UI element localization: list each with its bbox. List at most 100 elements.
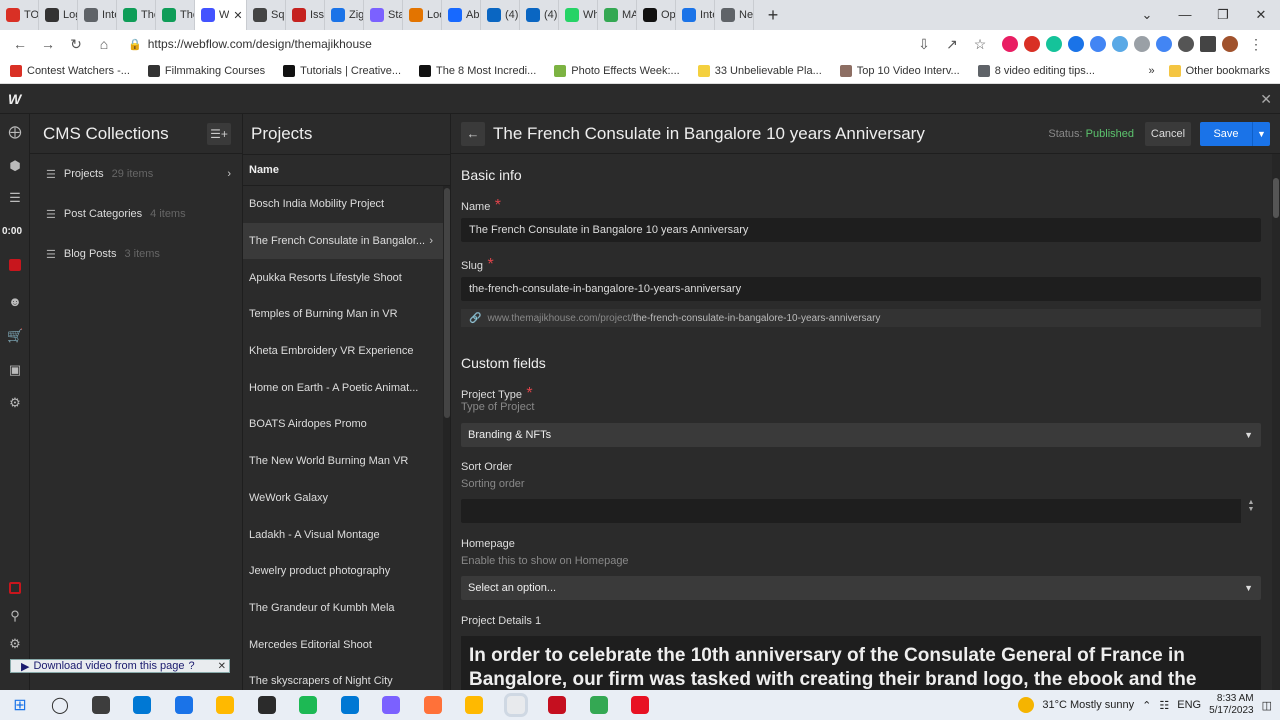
taskbar-app-icon[interactable]: [163, 690, 205, 720]
tray-chevron-icon[interactable]: ⌃: [1142, 699, 1151, 712]
notifications-icon[interactable]: ◫: [1262, 699, 1272, 712]
number-stepper[interactable]: ▲ ▼: [1241, 499, 1261, 523]
url-field[interactable]: 🔒 https://webflow.com/design/themajikhou…: [128, 32, 908, 56]
more-bookmarks-chevron[interactable]: »: [1149, 65, 1155, 77]
search-icon[interactable]: ⚲: [7, 608, 23, 624]
extension-icon[interactable]: [1156, 36, 1172, 52]
new-tab-button[interactable]: +: [760, 0, 786, 30]
project-list-item[interactable]: The Grandeur of Kumbh Mela: [243, 590, 443, 627]
taskbar-app-icon[interactable]: [246, 690, 288, 720]
other-bookmarks-folder[interactable]: Other bookmarks: [1168, 64, 1270, 77]
project-type-select[interactable]: Branding & NFTs ▼: [461, 423, 1261, 447]
extension-icon[interactable]: [1046, 36, 1062, 52]
extension-icon[interactable]: [1024, 36, 1040, 52]
project-list-item[interactable]: Home on Earth - A Poetic Animat...: [243, 369, 443, 406]
bookmark-item[interactable]: 8 video editing tips...: [977, 64, 1095, 77]
taskbar-app-icon[interactable]: [620, 690, 662, 720]
browser-tab[interactable]: Issue: [286, 0, 325, 30]
browser-tab[interactable]: MAJ: [598, 0, 637, 30]
chevron-down-icon[interactable]: ▼: [1252, 121, 1270, 146]
taskbar-app-icon[interactable]: [205, 690, 247, 720]
collection-post-categories[interactable]: ☰ Post Categories 4 items: [30, 194, 242, 234]
browser-tab[interactable]: TON: [0, 0, 39, 30]
search-icon[interactable]: ◯: [40, 695, 80, 715]
taskbar-app-icon[interactable]: [80, 690, 122, 720]
homepage-select[interactable]: Select an option... ▼: [461, 576, 1261, 600]
stop-record-icon[interactable]: [9, 582, 21, 594]
save-button[interactable]: Save: [1200, 122, 1252, 146]
close-tab-icon[interactable]: ✕: [233, 9, 242, 22]
close-icon[interactable]: ✕: [218, 661, 226, 672]
project-list-item[interactable]: BOATS Airdopes Promo: [243, 406, 443, 443]
extension-icon[interactable]: [1068, 36, 1084, 52]
settings-gear-icon[interactable]: ⚙: [7, 395, 23, 411]
close-window-icon[interactable]: ✕: [1242, 0, 1280, 30]
project-list-item[interactable]: The New World Burning Man VR: [243, 443, 443, 480]
webflow-logo[interactable]: W: [8, 91, 21, 107]
download-video-link[interactable]: Download video from this page: [33, 660, 184, 672]
bookmark-star-icon[interactable]: ☆: [968, 36, 992, 53]
projects-scrollbar[interactable]: [443, 186, 450, 690]
taskbar-app-icon[interactable]: [495, 690, 537, 720]
project-list-item[interactable]: Temples of Burning Man in VR: [243, 296, 443, 333]
bookmark-item[interactable]: 33 Unbelievable Pla...: [697, 64, 822, 77]
install-icon[interactable]: ⇩: [912, 36, 936, 53]
name-field[interactable]: The French Consulate in Bangalore 10 yea…: [461, 218, 1261, 242]
browser-tab[interactable]: The I: [117, 0, 156, 30]
browser-tab[interactable]: New: [715, 0, 754, 30]
clock[interactable]: 8:33 AM 5/17/2023: [1209, 693, 1254, 717]
taskbar-app-icon[interactable]: [288, 690, 330, 720]
extension-icon[interactable]: [1112, 36, 1128, 52]
help-icon[interactable]: ⚙: [7, 636, 23, 652]
name-column-header[interactable]: Name: [243, 154, 450, 186]
taskbar-app-icon[interactable]: [371, 690, 413, 720]
add-collection-icon[interactable]: ☰+: [207, 123, 231, 145]
download-video-bar[interactable]: ▶ Download video from this page ? ✕: [10, 659, 230, 673]
bookmark-item[interactable]: Contest Watchers -...: [10, 64, 130, 77]
cancel-button[interactable]: Cancel: [1145, 121, 1191, 146]
project-list-item[interactable]: Mercedes Editorial Shoot: [243, 626, 443, 663]
bookmark-item[interactable]: Photo Effects Week:...: [554, 64, 680, 77]
slug-preview-url[interactable]: 🔗 www.themajikhouse.com/project/the-fren…: [461, 309, 1261, 327]
puzzle-icon[interactable]: [1178, 36, 1194, 52]
forward-icon[interactable]: →: [36, 36, 60, 52]
taskbar-app-icon[interactable]: [412, 690, 454, 720]
scroll-thumb[interactable]: [1273, 178, 1279, 218]
browser-tab[interactable]: W ✕: [195, 0, 247, 30]
weather-text[interactable]: 31°C Mostly sunny: [1042, 699, 1134, 711]
slug-field[interactable]: the-french-consulate-in-bangalore-10-yea…: [461, 277, 1261, 301]
minimize-icon[interactable]: —: [1166, 0, 1204, 30]
windows-start-icon[interactable]: ⊞: [0, 695, 40, 715]
menu-kebab-icon[interactable]: ⋮: [1244, 36, 1268, 53]
browser-tab[interactable]: The I: [156, 0, 195, 30]
ecommerce-cart-icon[interactable]: 🛒: [7, 328, 23, 344]
project-list-item[interactable]: Apukka Resorts Lifestyle Shoot: [243, 259, 443, 296]
lang-indicator[interactable]: ENG: [1177, 699, 1201, 711]
editor-scrollbar[interactable]: [1272, 154, 1280, 690]
back-icon[interactable]: ←: [8, 36, 32, 52]
reload-icon[interactable]: ↻: [64, 36, 88, 53]
taskbar-app-icon[interactable]: [122, 690, 164, 720]
collection-blog-posts[interactable]: ☰ Blog Posts 3 items: [30, 234, 242, 274]
project-list-item[interactable]: The skyscrapers of Night City: [243, 663, 443, 690]
add-panel-icon[interactable]: ⨁: [7, 124, 23, 140]
taskbar-app-icon[interactable]: [578, 690, 620, 720]
stepper-up-icon[interactable]: ▲: [1241, 499, 1261, 506]
project-details-rich-text[interactable]: In order to celebrate the 10th anniversa…: [461, 636, 1261, 690]
project-list-item[interactable]: Jewelry product photography: [243, 553, 443, 590]
bookmark-item[interactable]: Tutorials | Creative...: [283, 64, 401, 77]
side-panel-icon[interactable]: [1200, 36, 1216, 52]
browser-tab[interactable]: Log I: [39, 0, 78, 30]
browser-tab[interactable]: Abhi: [442, 0, 481, 30]
tab-search-icon[interactable]: ⌄: [1128, 0, 1166, 30]
network-icon[interactable]: ☷: [1159, 699, 1169, 712]
cube-icon[interactable]: ⬢: [7, 158, 23, 174]
bookmark-item[interactable]: Filmmaking Courses: [147, 64, 265, 77]
browser-tab[interactable]: Oper: [637, 0, 676, 30]
extension-icon[interactable]: [1090, 36, 1106, 52]
taskbar-app-icon[interactable]: [329, 690, 371, 720]
browser-tab[interactable]: Loon: [403, 0, 442, 30]
project-list-item[interactable]: WeWork Galaxy: [243, 480, 443, 517]
share-icon[interactable]: ↗: [940, 36, 964, 53]
project-list-item[interactable]: The French Consulate in Bangalor... ›: [243, 222, 443, 260]
